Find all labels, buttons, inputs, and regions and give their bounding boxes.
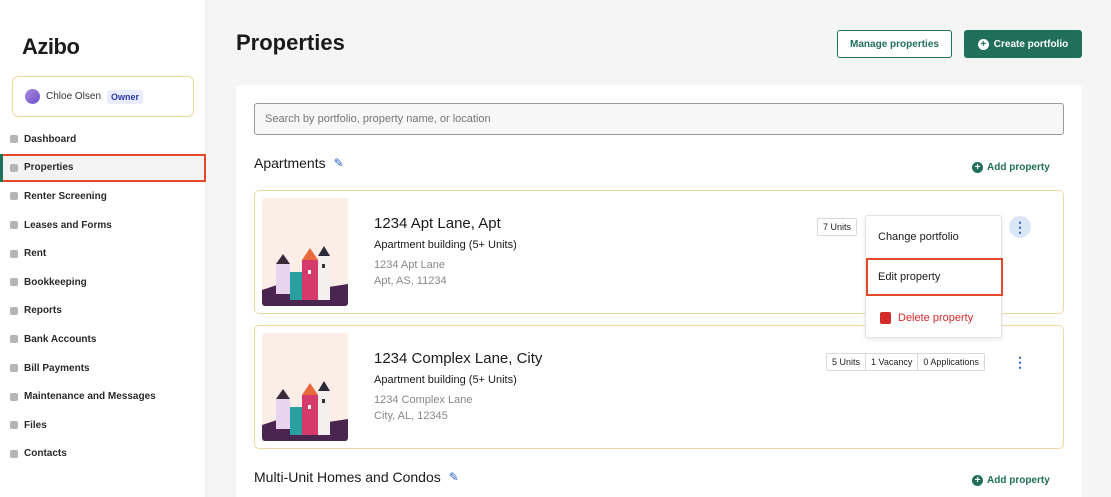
add-property-label: Add property: [987, 475, 1050, 486]
more-options-icon[interactable]: ⋮: [1009, 351, 1031, 373]
azibo-logo[interactable]: Azibo: [22, 34, 80, 60]
property-stats: 7 Units: [817, 218, 858, 236]
sidebar-item-label: Leases and Forms: [24, 219, 112, 231]
user-card[interactable]: Chloe Olsen Owner: [12, 76, 194, 117]
property-title[interactable]: 1234 Apt Lane, Apt: [374, 215, 501, 232]
sidebar-item-bill-payments[interactable]: Bill Payments: [0, 354, 206, 383]
delete-property-label: Delete property: [898, 312, 974, 324]
property-address-line1: 1234 Complex Lane: [374, 394, 473, 406]
home-icon: [10, 135, 18, 144]
delete-property-menu-item[interactable]: Delete property: [866, 299, 1003, 337]
document-icon: [10, 221, 18, 230]
sidebar-item-renter-screening[interactable]: Renter Screening: [0, 182, 206, 211]
section-title-text: Apartments: [254, 155, 326, 171]
plus-circle-icon: +: [977, 38, 989, 50]
property-illustration: [262, 333, 348, 441]
sidebar-item-maintenance-and-messages[interactable]: Maintenance and Messages: [0, 382, 206, 411]
property-address-line1: 1234 Apt Lane: [374, 259, 445, 271]
bill-icon: [10, 364, 18, 373]
add-property-label: Add property: [987, 162, 1050, 173]
add-property-button[interactable]: + Add property: [972, 475, 1050, 486]
property-address-line2: Apt, AS, 11234: [374, 275, 447, 287]
units-stat: 5 Units: [827, 354, 867, 370]
property-address-line2: City, AL, 12345: [374, 410, 448, 422]
avatar: [25, 89, 40, 104]
sidebar-item-rent[interactable]: Rent: [0, 239, 206, 268]
sidebar-item-bank-accounts[interactable]: Bank Accounts: [0, 325, 206, 354]
sidebar-item-bookkeeping[interactable]: Bookkeeping: [0, 268, 206, 297]
section-title-apartments: Apartments ✎: [254, 155, 344, 171]
sidebar-item-properties[interactable]: Properties: [0, 153, 206, 183]
property-context-menu: Change portfolio Edit property Delete pr…: [865, 215, 1003, 338]
wrench-icon: [10, 392, 18, 401]
create-portfolio-label: Create portfolio: [993, 38, 1069, 50]
section-title-multi-unit: Multi-Unit Homes and Condos ✎: [254, 469, 459, 485]
sidebar-item-leases-and-forms[interactable]: Leases and Forms: [0, 211, 206, 240]
sidebar: Azibo Chloe Olsen Owner Dashboard Proper…: [0, 0, 206, 497]
applications-stat: 0 Applications: [923, 357, 979, 367]
property-illustration: [262, 198, 348, 306]
search-input[interactable]: [254, 103, 1064, 135]
user-name: Chloe Olsen: [46, 91, 102, 102]
change-portfolio-menu-item[interactable]: Change portfolio: [866, 218, 1003, 256]
sidebar-item-dashboard[interactable]: Dashboard: [0, 125, 206, 154]
property-card[interactable]: 1234 Complex Lane, City Apartment buildi…: [254, 325, 1064, 449]
book-icon: [10, 278, 18, 287]
sidebar-item-label: Contacts: [24, 448, 67, 460]
sidebar-item-label: Maintenance and Messages: [24, 391, 156, 403]
file-icon: [10, 421, 18, 430]
sidebar-item-label: Dashboard: [24, 133, 77, 145]
rent-icon: [10, 249, 18, 258]
sidebar-item-label: Properties: [24, 162, 74, 174]
sidebar-nav: Dashboard Properties Renter Screening Le…: [0, 125, 206, 468]
edit-property-menu-item[interactable]: Edit property: [866, 258, 1003, 296]
building-icon: [10, 163, 18, 172]
sidebar-item-label: Bookkeeping: [24, 276, 87, 288]
sidebar-item-label: Rent: [24, 248, 47, 260]
sidebar-item-label: Reports: [24, 305, 62, 317]
pencil-icon[interactable]: ✎: [449, 470, 459, 484]
create-portfolio-button[interactable]: + Create portfolio: [964, 30, 1082, 58]
more-options-icon[interactable]: ⋮: [1009, 216, 1031, 238]
plus-circle-icon: +: [972, 475, 983, 486]
sidebar-item-contacts[interactable]: Contacts: [0, 440, 206, 469]
pencil-icon[interactable]: ✎: [334, 156, 344, 170]
property-type: Apartment building (5+ Units): [374, 374, 517, 386]
sidebar-item-label: Files: [24, 419, 47, 431]
sidebar-item-label: Bank Accounts: [24, 333, 97, 345]
role-badge: Owner: [107, 89, 144, 104]
contact-icon: [10, 449, 18, 458]
sidebar-item-files[interactable]: Files: [0, 411, 206, 440]
report-icon: [10, 306, 18, 315]
page-title: Properties: [236, 30, 345, 55]
sidebar-item-label: Renter Screening: [24, 190, 107, 202]
vacancy-stat: 1 Vacancy: [866, 354, 919, 370]
trash-icon: [880, 312, 891, 324]
sidebar-item-label: Bill Payments: [24, 362, 90, 374]
property-title[interactable]: 1234 Complex Lane, City: [374, 350, 542, 367]
bank-icon: [10, 335, 18, 344]
screening-icon: [10, 192, 18, 201]
add-property-button[interactable]: + Add property: [972, 162, 1050, 173]
section-title-text: Multi-Unit Homes and Condos: [254, 469, 441, 485]
sidebar-item-reports[interactable]: Reports: [0, 297, 206, 326]
property-type: Apartment building (5+ Units): [374, 239, 517, 251]
plus-circle-icon: +: [972, 162, 983, 173]
property-stats: 5 Units 1 Vacancy 0 Applications: [826, 353, 985, 371]
units-stat: 7 Units: [823, 222, 852, 232]
manage-properties-button[interactable]: Manage properties: [837, 30, 952, 58]
